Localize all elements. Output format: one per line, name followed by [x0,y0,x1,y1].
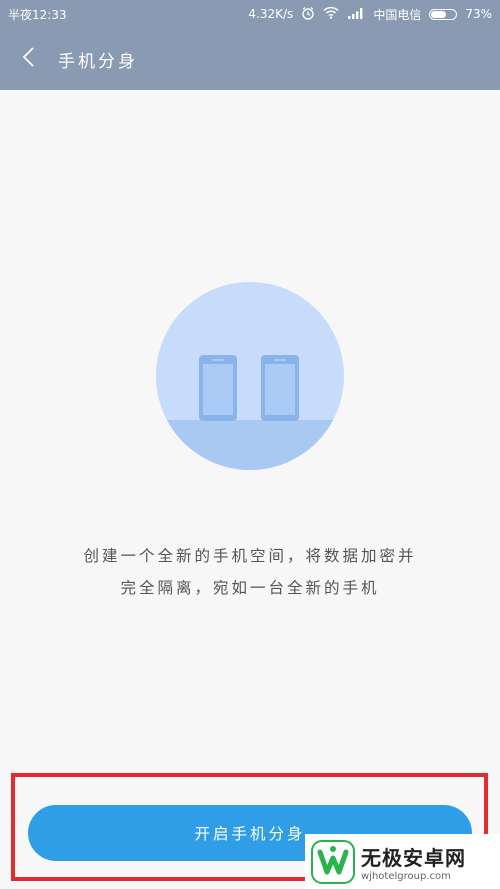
description-line-2: 完全隔离，宛如一台全新的手机 [120,579,380,597]
battery-icon [429,8,458,20]
app-header: 手机分身 [0,28,500,90]
battery-percent: 73% [465,7,492,21]
status-bar: 半夜12:33 4.32K/s 中国电信 73% [0,0,500,28]
watermark-logo-icon [311,839,355,884]
back-button[interactable] [0,28,58,90]
network-speed: 4.32K/s [248,7,294,21]
alarm-icon [301,6,315,23]
illustration-floor [156,420,344,470]
watermark-text: 无极安卓网 wjhotelgroup.com [361,842,466,882]
watermark-url: wjhotelgroup.com [361,870,451,882]
two-phones-illustration [156,282,344,470]
description: 创建一个全新的手机空间，将数据加密并 完全隔离，宛如一台全新的手机 [0,540,500,604]
status-time: 半夜12:33 [8,7,67,22]
signal-icon [347,6,365,22]
description-line-1: 创建一个全新的手机空间，将数据加密并 [83,547,417,565]
watermark-brand: 无极安卓网 [361,845,466,870]
phone-left-icon [199,355,237,421]
page-title: 手机分身 [58,51,138,72]
wifi-icon [323,6,339,22]
battery-fill [431,10,447,18]
chevron-left-icon [22,46,36,72]
phone-right-icon [261,355,299,421]
status-indicators: 4.32K/s 中国电信 73% [248,6,492,23]
watermark: 无极安卓网 wjhotelgroup.com [305,834,500,889]
carrier-name: 中国电信 [373,7,422,22]
